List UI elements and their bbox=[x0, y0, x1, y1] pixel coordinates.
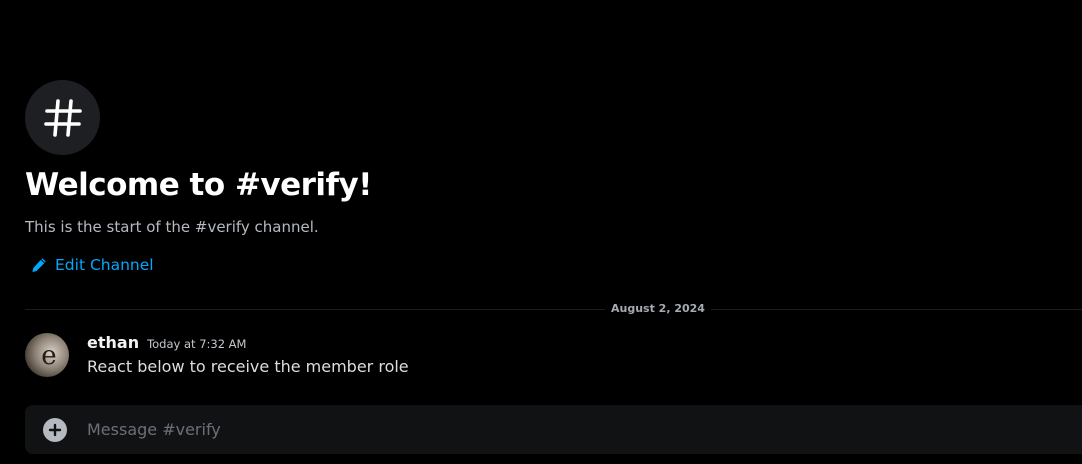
date-divider-label: August 2, 2024 bbox=[605, 301, 711, 317]
message-content: React below to receive the member role bbox=[87, 357, 409, 376]
message-header: ethan Today at 7:32 AM bbox=[87, 332, 246, 355]
date-divider bbox=[25, 309, 1082, 310]
avatar-image: e bbox=[41, 341, 56, 371]
avatar[interactable]: e bbox=[25, 333, 69, 377]
channel-icon-container bbox=[25, 80, 100, 155]
welcome-title: Welcome to #verify! bbox=[25, 167, 372, 203]
welcome-subtitle: This is the start of the #verify channel… bbox=[25, 218, 319, 236]
message-input[interactable] bbox=[87, 420, 1047, 439]
message-timestamp: Today at 7:32 AM bbox=[147, 337, 247, 351]
pencil-icon bbox=[32, 258, 46, 272]
message-composer bbox=[25, 405, 1082, 454]
chat-view: Welcome to #verify! This is the start of… bbox=[0, 0, 1082, 464]
message-author[interactable]: ethan bbox=[87, 332, 139, 354]
plus-circle-icon[interactable] bbox=[43, 417, 67, 442]
edit-channel-label: Edit Channel bbox=[55, 256, 154, 274]
hash-icon bbox=[43, 98, 82, 137]
edit-channel-button[interactable]: Edit Channel bbox=[31, 254, 154, 276]
svg-text:e: e bbox=[41, 341, 56, 371]
